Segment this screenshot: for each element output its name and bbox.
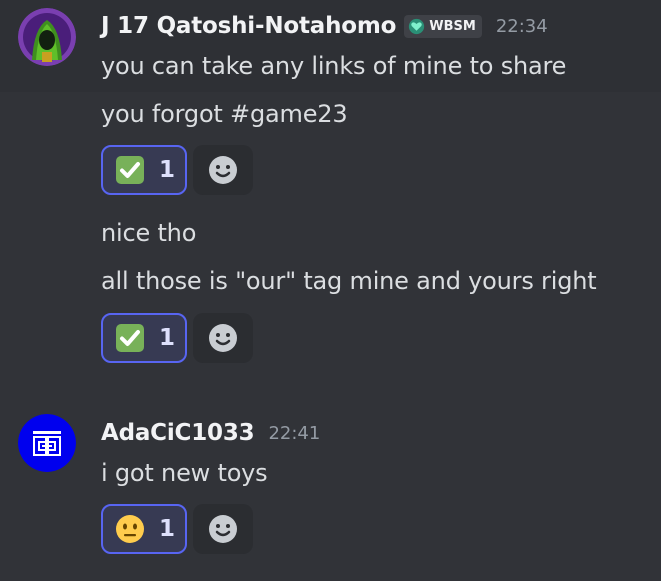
message-header: J 17 Qatoshi-Notahomo WBSM 22:34 (101, 8, 548, 44)
reaction-bar: 1 (101, 145, 254, 195)
timestamp[interactable]: 22:41 (268, 423, 320, 444)
message-text: all those is "our" tag mine and yours ri… (101, 267, 597, 295)
message-text: you forgot #game23 (101, 100, 348, 128)
add-reaction-button[interactable] (193, 145, 254, 195)
avatar[interactable] (18, 414, 76, 472)
message-text: i got new toys (101, 459, 268, 487)
reaction-count: 1 (159, 157, 176, 183)
reaction-count: 1 (159, 516, 176, 542)
guild-tag-label: WBSM (429, 18, 476, 34)
reaction-bar: 1 (101, 504, 254, 554)
message-text: nice tho (101, 219, 197, 247)
avatar[interactable] (18, 8, 76, 66)
guild-tag-badge[interactable]: WBSM (404, 14, 482, 38)
reaction-count: 1 (159, 325, 176, 351)
reaction-bar: 1 (101, 313, 254, 363)
message-text: you can take any links of mine to share (101, 52, 567, 80)
timestamp[interactable]: 22:34 (496, 16, 548, 37)
neutral-face-icon (116, 515, 144, 543)
reaction-button[interactable]: 1 (101, 504, 188, 554)
smiley-icon (209, 515, 238, 543)
reaction-button[interactable]: 1 (101, 145, 188, 195)
username[interactable]: J 17 Qatoshi-Notahomo (101, 13, 396, 39)
smiley-icon (209, 324, 238, 352)
message-header: AdaCiC1033 22:41 (101, 415, 320, 451)
heart-icon (409, 18, 425, 34)
reaction-button[interactable]: 1 (101, 313, 188, 363)
chat-message-list: J 17 Qatoshi-Notahomo WBSM 22:34 you can… (0, 0, 661, 581)
smiley-icon (209, 156, 238, 184)
check-mark-button-icon (116, 324, 144, 352)
add-reaction-button[interactable] (193, 313, 254, 363)
add-reaction-button[interactable] (193, 504, 254, 554)
check-mark-button-icon (116, 156, 144, 184)
username[interactable]: AdaCiC1033 (101, 420, 255, 446)
